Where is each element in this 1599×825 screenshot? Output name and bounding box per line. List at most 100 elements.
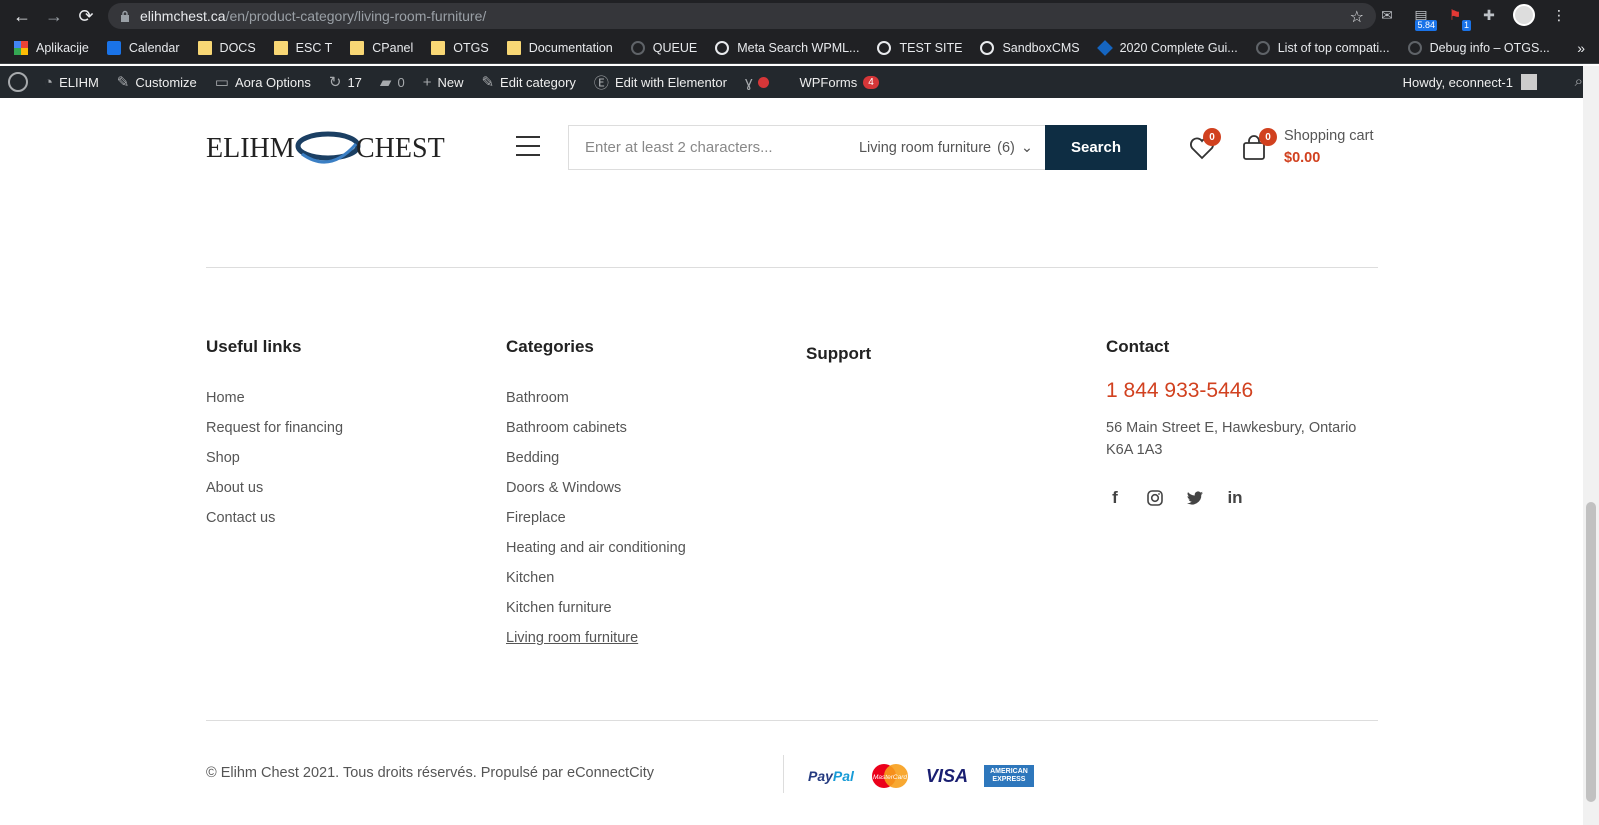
extension-meter-icon[interactable]: ▤ 5.84 [1411,5,1437,31]
wishlist-count-badge: 0 [1203,128,1221,146]
category-link-active[interactable]: Living room furniture [506,623,686,653]
hamburger-menu-icon[interactable] [516,136,540,156]
howdy-label: Howdy, econnect-1 [1402,74,1513,90]
wordpress-icon [877,40,892,55]
bookmark-item[interactable]: OTGS [431,40,489,55]
paypal-icon: PayPal [808,768,854,784]
bookmark-item[interactable]: Calendar [106,40,180,55]
wp-edit-category-link[interactable]: ✎ Edit category [481,73,575,91]
footer-bottom-divider [206,720,1378,721]
wp-elementor-link[interactable]: Ⓔ Edit with Elementor [594,72,727,93]
footer-link-shop[interactable]: Shop [206,443,343,473]
page-icon [1407,40,1422,55]
visa-icon: VISA [925,765,968,786]
gmail-icon[interactable]: ✉ [1377,5,1397,25]
page-icon [630,40,645,55]
bookmark-item[interactable]: ESC T [273,40,333,55]
useful-links-column: Useful links Home Request for financing … [206,337,343,533]
puzzle-extensions-icon[interactable]: ✚ [1479,5,1499,25]
menu-kebab-icon[interactable]: ⋮ [1549,5,1569,25]
folder-icon [431,40,446,55]
cart-total[interactable]: $0.00 [1284,150,1320,166]
phone-number[interactable]: 1 844 933-5446 [1106,379,1371,403]
elementor-icon: Ⓔ [593,74,609,92]
wp-account-menu[interactable]: Howdy, econnect-1 [1403,74,1537,90]
footer-link-about[interactable]: About us [206,473,343,503]
wp-site-label: ELIHM [59,74,99,90]
wp-comments-count: 0 [397,74,405,90]
back-arrow-icon[interactable]: ← [10,4,34,28]
footer-link-contact[interactable]: Contact us [206,503,343,533]
mastercard-text: MasterCard [873,774,907,781]
bookmarks-overflow-icon[interactable]: » [1577,40,1585,56]
bookmark-label: 2020 Complete Gui... [1119,40,1238,55]
wp-wpforms-link[interactable]: WPForms 4 [799,75,879,90]
category-link[interactable]: Doors & Windows [506,473,686,503]
scrollbar-thumb[interactable] [1586,502,1596,802]
wp-new-label: New [437,74,464,90]
site-logo[interactable]: ELIHM CHEST [206,124,456,174]
wp-customize-link[interactable]: ✎ Customize [117,73,197,91]
footer-link-financing[interactable]: Request for financing [206,413,343,443]
wp-customize-label: Customize [135,74,197,90]
bookmark-item[interactable]: QUEUE [630,40,698,55]
bookmark-item[interactable]: SandboxCMS [980,40,1080,55]
page-scrollbar[interactable] [1583,66,1599,825]
search-button[interactable]: Search [1045,125,1147,170]
bookmark-item[interactable]: TEST SITE [877,40,962,55]
bookmark-label: Documentation [528,40,613,55]
wp-edit-category-label: Edit category [500,74,576,90]
bookmark-item[interactable]: List of top compati... [1255,40,1390,55]
footer-link-home[interactable]: Home [206,383,343,413]
bookmark-item[interactable]: Documentation [506,40,613,55]
url-host: elihmchest.ca [140,8,226,24]
bookmark-item[interactable]: Debug info – OTGS... [1407,40,1550,55]
category-link[interactable]: Bedding [506,443,686,473]
wp-site-link[interactable]: ◔ ELIHM [44,74,99,91]
bookmark-label: ESC T [295,40,333,55]
search-input[interactable] [569,126,859,169]
cart-label[interactable]: Shopping cart [1284,128,1373,144]
linkedin-icon[interactable]: in [1226,488,1244,507]
bookmark-item[interactable]: 2020 Complete Gui... [1096,39,1238,56]
bookmark-item[interactable]: DOCS [197,40,256,55]
chevron-down-icon: ⌄ [1020,139,1033,156]
categories-title: Categories [506,337,594,356]
wp-search-icon[interactable]: ⌕ [1575,73,1583,90]
extension-flag-icon[interactable]: ⚑ 1 [1445,5,1471,31]
bookmark-label: QUEUE [652,40,698,55]
bookmark-item[interactable]: CPanel [350,40,413,55]
wp-yoast-link[interactable]: ɣ [745,74,782,91]
forward-arrow-icon[interactable]: → [42,4,66,28]
facebook-icon[interactable]: f [1106,488,1124,507]
wp-aora-options-link[interactable]: ▭ Aora Options [215,73,311,91]
extension-badge: 1 [1461,20,1471,31]
category-link[interactable]: Kitchen [506,563,686,593]
wp-comments-link[interactable]: ▰ 0 [380,73,405,91]
twitter-icon[interactable] [1186,489,1204,507]
category-link[interactable]: Bathroom [506,383,686,413]
search-icon [715,40,730,55]
bookmark-label: Calendar [128,40,180,55]
bookmark-star-icon[interactable]: ☆ [1350,7,1364,27]
category-link[interactable]: Kitchen furniture [506,593,686,623]
category-select[interactable]: Living room furniture (6) ⌄ [859,140,1045,156]
lock-icon [121,10,129,22]
paypal-text-a: Pay [808,768,833,784]
avatar [1521,74,1537,90]
logo-text-right: CHEST [356,133,445,164]
category-link[interactable]: Bathroom cabinets [506,413,686,443]
browser-toolbar: ← → ⟳ elihmchest.ca/en/product-category/… [0,0,1599,32]
wp-updates-link[interactable]: ↻ 17 [329,73,362,91]
wordpress-logo-icon[interactable] [8,72,28,92]
category-link[interactable]: Heating and air conditioning [506,533,686,563]
instagram-icon[interactable] [1146,489,1164,507]
profile-avatar[interactable] [1513,4,1535,26]
bookmark-item[interactable]: Aplikacije [14,40,89,55]
address-bar[interactable]: elihmchest.ca/en/product-category/living… [108,3,1376,29]
category-link[interactable]: Fireplace [506,503,686,533]
reload-icon[interactable]: ⟳ [74,4,98,28]
bookmark-item[interactable]: Meta Search WPML... [715,40,859,55]
folder-icon [350,40,365,55]
wp-new-link[interactable]: + New [423,74,464,91]
